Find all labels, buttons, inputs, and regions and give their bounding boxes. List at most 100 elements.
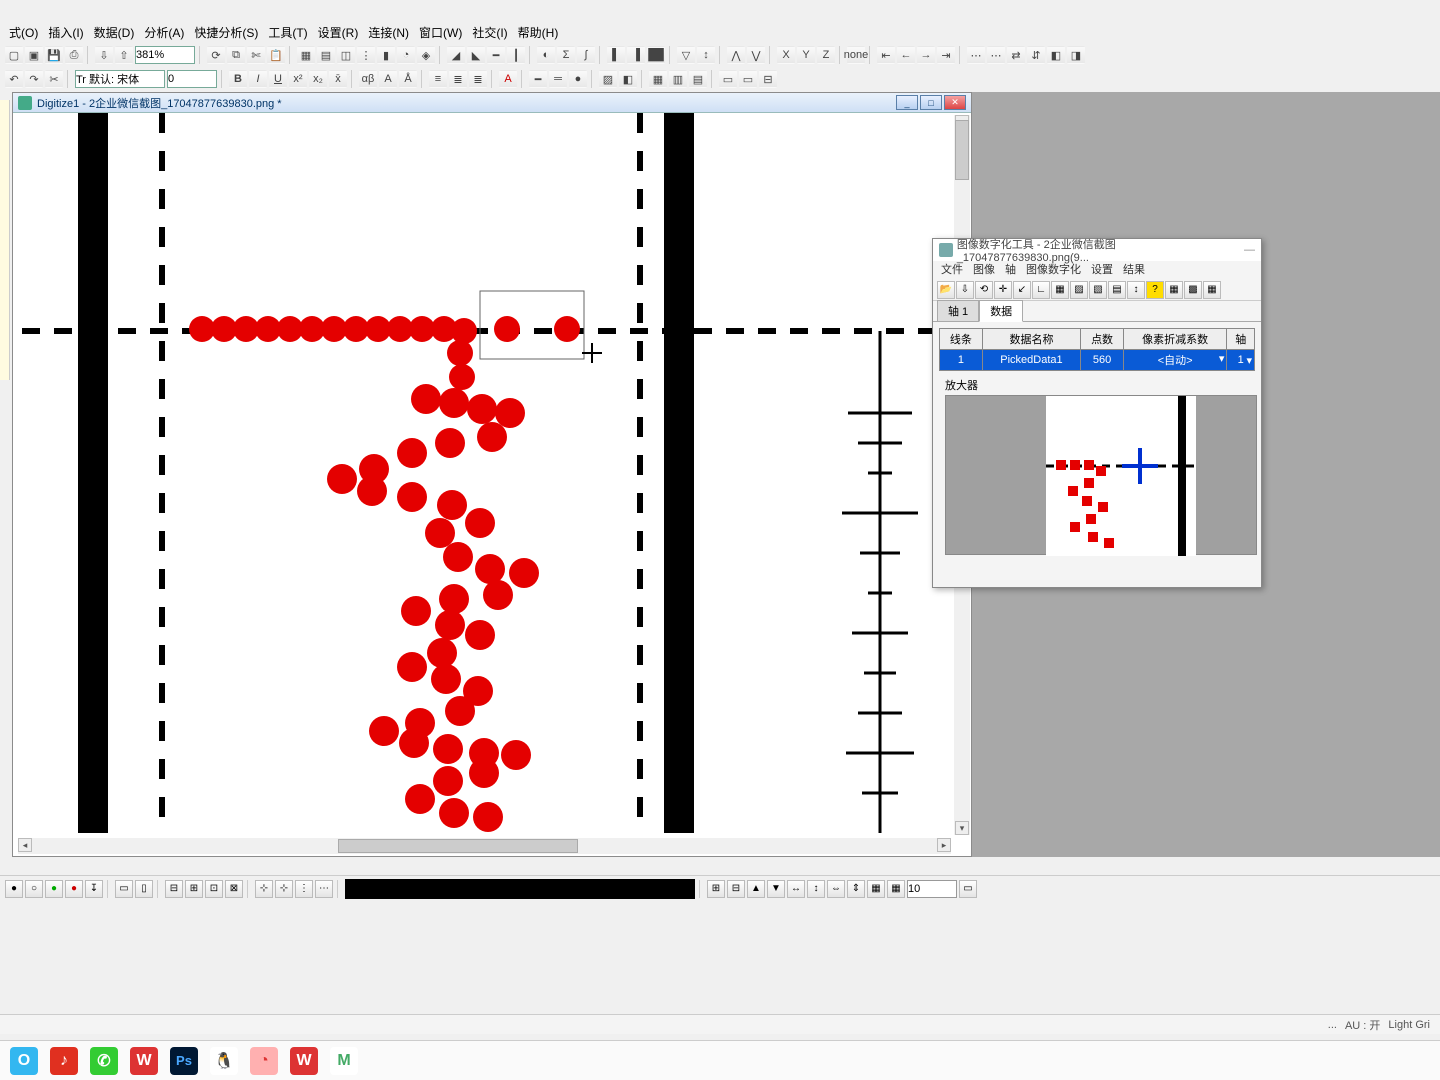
sup-icon[interactable]: x² [289,70,307,88]
dlg-menu-digitize[interactable]: 图像数字化 [1026,261,1081,279]
underline-button[interactable]: U [269,70,287,88]
bb-align2-icon[interactable]: ⊞ [185,880,203,898]
base-icon[interactable]: ⋁ [747,46,765,64]
menu-tools[interactable]: 工具(T) [264,22,311,40]
x-axis-icon[interactable]: X [777,46,795,64]
dlg-area-icon[interactable]: ▧ [1089,281,1107,299]
taskbar-app-photoshop[interactable]: Ps [170,1047,198,1075]
z-axis-icon[interactable]: Z [817,46,835,64]
save-icon[interactable]: 💾 [45,46,63,64]
cell-name[interactable]: PickedData1 [982,350,1080,371]
taskbar-app-music[interactable]: ♪ [50,1047,78,1075]
legend-icon[interactable]: ▭ [739,70,757,88]
tool-a-icon[interactable]: ◢ [447,46,465,64]
bb-value-input[interactable] [907,880,957,898]
taskbar-app-wps[interactable]: W [130,1047,158,1075]
col3-icon[interactable]: ██ [647,46,665,64]
arrange3-icon[interactable]: ▤ [689,70,707,88]
dlg-graph-icon[interactable]: ▩ [1184,281,1202,299]
layers-icon[interactable]: ▭ [719,70,737,88]
col-line[interactable]: 线条 [940,329,983,350]
extra5-icon[interactable]: ◧ [1047,46,1065,64]
extra3-icon[interactable]: ⇄ [1007,46,1025,64]
extra2-icon[interactable]: ⋯ [987,46,1005,64]
bb-snap2-icon[interactable]: ⊹ [275,880,293,898]
copy-icon[interactable]: ⧉ [227,46,245,64]
bb-dist-v-icon[interactable]: ↕ [807,880,825,898]
nav-next-icon[interactable]: → [917,46,935,64]
taskbar-app-other[interactable]: ◔ [250,1047,278,1075]
align-left-icon[interactable]: ≡ [429,70,447,88]
marker-icon[interactable]: ● [569,70,587,88]
col-name[interactable]: 数据名称 [982,329,1080,350]
menu-quick[interactable]: 快捷分析(S) [190,22,262,40]
scroll-left-icon[interactable]: ◂ [18,838,32,852]
col1-icon[interactable]: ▌ [607,46,625,64]
menu-format[interactable]: 式(O) [5,22,42,40]
font-size-input[interactable] [167,70,217,88]
document-titlebar[interactable]: Digitize1 - 2企业微信截图_17047877639830.png *… [13,93,971,113]
col-axis[interactable]: 轴 [1227,329,1255,350]
tab-axis1[interactable]: 轴 1 [937,300,979,321]
dlg-rotate-icon[interactable]: ⟲ [975,281,993,299]
redo-icon[interactable]: ↷ [25,70,43,88]
cell-line[interactable]: 1 [940,350,983,371]
alpha-icon[interactable]: αβ [359,70,377,88]
surface-icon[interactable]: ◈ [417,46,435,64]
taskbar-app-browser[interactable]: O [10,1047,38,1075]
bb-group-icon[interactable]: ⊞ [707,880,725,898]
table-icon[interactable]: ▤ [317,46,335,64]
bold-button[interactable]: B [229,70,247,88]
tool-b-icon[interactable]: ◣ [467,46,485,64]
taskbar-app-qq[interactable]: 🐧 [210,1047,238,1075]
palette-icon[interactable]: ◧ [619,70,637,88]
menu-settings[interactable]: 设置(R) [314,22,363,40]
table-row[interactable]: 1 PickedData1 560 <自动> 1 [940,350,1255,371]
print-icon[interactable]: ⎙ [65,46,83,64]
fit-icon[interactable]: ∫ [577,46,595,64]
dlg-more-icon[interactable]: ▦ [1203,281,1221,299]
export-icon[interactable]: ⇧ [115,46,133,64]
menu-analyze[interactable]: 分析(A) [140,22,188,40]
dlg-menu-file[interactable]: 文件 [941,261,963,279]
import-icon[interactable]: ⇩ [95,46,113,64]
stats-icon[interactable]: Σ [557,46,575,64]
col-factor[interactable]: 像素折减系数 [1123,329,1226,350]
bb-snap4-icon[interactable]: ⋯ [315,880,333,898]
bb-size-w-icon[interactable]: ⇔ [827,880,845,898]
mask-icon[interactable]: ◐ [537,46,555,64]
italic-button[interactable]: I [249,70,267,88]
bb-dist-h-icon[interactable]: ↔ [787,880,805,898]
line-width-icon[interactable]: ═ [549,70,567,88]
scroll-down-icon[interactable]: ▾ [955,821,969,835]
bb-grid1-icon[interactable]: ▦ [867,880,885,898]
bb-align4-icon[interactable]: ⊠ [225,880,243,898]
scroll-right-icon[interactable]: ▸ [937,838,951,852]
extra1-icon[interactable]: ⋯ [967,46,985,64]
dialog-titlebar[interactable]: 图像数字化工具 - 2企业微信截图_17047877639830.png(9..… [933,239,1261,261]
scatter-icon[interactable]: ⋮ [357,46,375,64]
dlg-menu-axis[interactable]: 轴 [1005,261,1016,279]
tab-data[interactable]: 数据 [979,300,1023,322]
dlg-table-icon[interactable]: ▦ [1165,281,1183,299]
h-scroll-thumb[interactable] [338,839,578,853]
menu-window[interactable]: 窗口(W) [415,22,466,40]
open-icon[interactable]: ▣ [25,46,43,64]
bb-align3-icon[interactable]: ⊡ [205,880,223,898]
pie-icon[interactable]: ◔ [397,46,415,64]
window-maximize-button[interactable]: □ [920,95,942,110]
dlg-menu-image[interactable]: 图像 [973,261,995,279]
bb-insert-icon[interactable]: ↧ [85,880,103,898]
bb-layer-icon[interactable]: ▭ [959,880,977,898]
col-count[interactable]: 点数 [1081,329,1124,350]
taskbar-app-origin[interactable]: M [330,1047,358,1075]
cell-factor-dropdown[interactable]: <自动> [1123,350,1226,371]
bb-snap3-icon[interactable]: ⋮ [295,880,313,898]
dlg-import-icon[interactable]: ⇩ [956,281,974,299]
dlg-help-icon[interactable]: ? [1146,281,1164,299]
v-scroll-thumb[interactable] [955,120,969,180]
align-right-icon[interactable]: ≣ [469,70,487,88]
menu-insert[interactable]: 插入(I) [44,22,87,40]
nav-prev-icon[interactable]: ← [897,46,915,64]
align-center-icon[interactable]: ≣ [449,70,467,88]
